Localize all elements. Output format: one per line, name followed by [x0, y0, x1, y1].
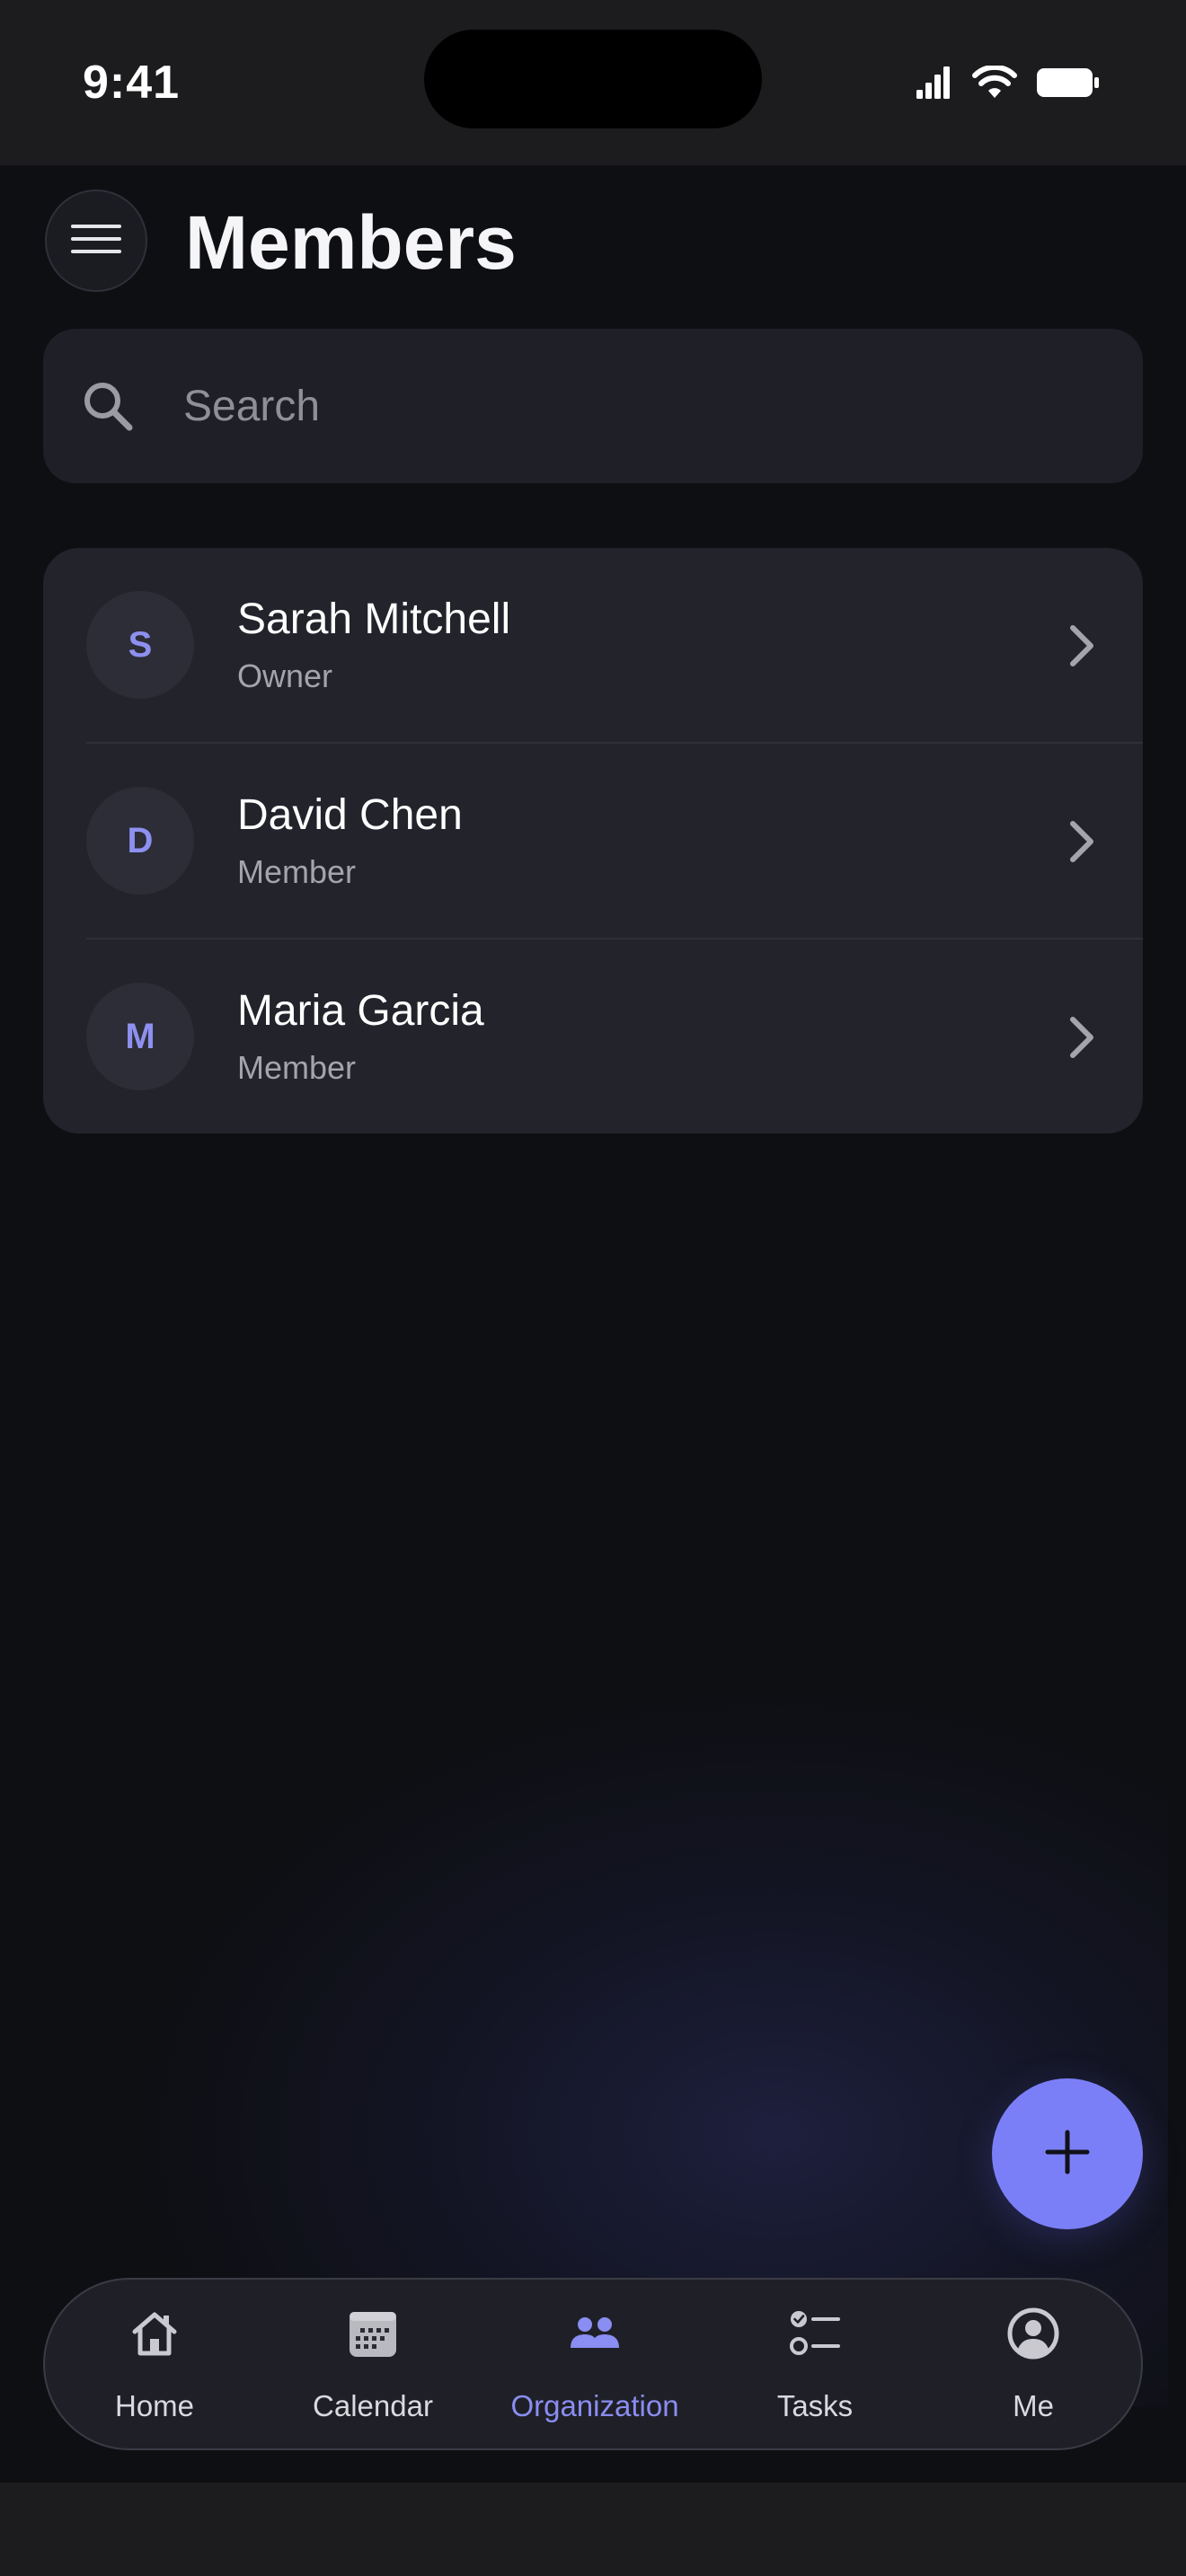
- member-role: Owner: [237, 657, 333, 694]
- tab-bar: Home Calendar Organization Tasks Me: [43, 2278, 1143, 2450]
- cellular-signal-icon: [916, 66, 952, 99]
- menu-button[interactable]: [45, 190, 147, 292]
- chevron-right-icon: [1053, 815, 1107, 869]
- tab-label: Home: [114, 2389, 195, 2422]
- avatar: S: [86, 591, 194, 699]
- members-screen: 9:41 Members Search S Sarah Mitchell Own…: [0, 0, 1186, 2576]
- status-time: 9:41: [83, 57, 181, 109]
- battery-icon: [1037, 66, 1100, 99]
- tab-tasks[interactable]: Tasks: [705, 2280, 925, 2448]
- member-role: Member: [237, 853, 357, 890]
- tab-calendar[interactable]: Calendar: [263, 2280, 482, 2448]
- calendar-icon: [346, 2307, 400, 2360]
- add-member-button[interactable]: [992, 2078, 1143, 2229]
- page-title: Members: [185, 200, 517, 285]
- member-name: Sarah Mitchell: [237, 595, 511, 643]
- search-bar[interactable]: [43, 329, 1143, 483]
- hamburger-menu-icon: [69, 221, 123, 261]
- member-row-david-chen[interactable]: D David Chen Member: [43, 744, 1143, 940]
- tab-home[interactable]: Home: [45, 2280, 264, 2448]
- member-row-maria-garcia[interactable]: M Maria Garcia Member: [43, 940, 1143, 1134]
- tab-me[interactable]: Me: [924, 2280, 1143, 2448]
- tab-label: Calendar: [313, 2389, 433, 2422]
- wifi-icon: [972, 66, 1017, 100]
- person-circle-icon: [1006, 2307, 1060, 2360]
- members-list: S Sarah Mitchell Owner D David Chen Memb…: [43, 548, 1143, 1134]
- home-indicator-area: [0, 2483, 1186, 2576]
- tab-label: Organization: [510, 2389, 679, 2422]
- tab-label: Tasks: [776, 2389, 854, 2422]
- dynamic-island: [424, 30, 762, 128]
- tab-organization[interactable]: Organization: [485, 2280, 704, 2448]
- tab-label: Me: [1013, 2389, 1054, 2422]
- member-role: Member: [237, 1049, 357, 1086]
- chevron-right-icon: [1053, 1010, 1107, 1064]
- member-name: David Chen: [237, 791, 463, 839]
- search-icon: [81, 379, 135, 433]
- plus-icon: [1042, 2127, 1093, 2182]
- member-name: Maria Garcia: [237, 987, 484, 1035]
- avatar: D: [86, 787, 194, 895]
- home-icon: [128, 2307, 181, 2360]
- status-bar: 9:41: [0, 0, 1186, 165]
- search-input[interactable]: [183, 329, 1100, 483]
- avatar: M: [86, 983, 194, 1090]
- chevron-right-icon: [1053, 619, 1107, 673]
- status-icons: [916, 65, 1100, 101]
- checklist-icon: [788, 2307, 842, 2360]
- people-icon: [568, 2307, 622, 2360]
- member-row-sarah-mitchell[interactable]: S Sarah Mitchell Owner: [43, 548, 1143, 744]
